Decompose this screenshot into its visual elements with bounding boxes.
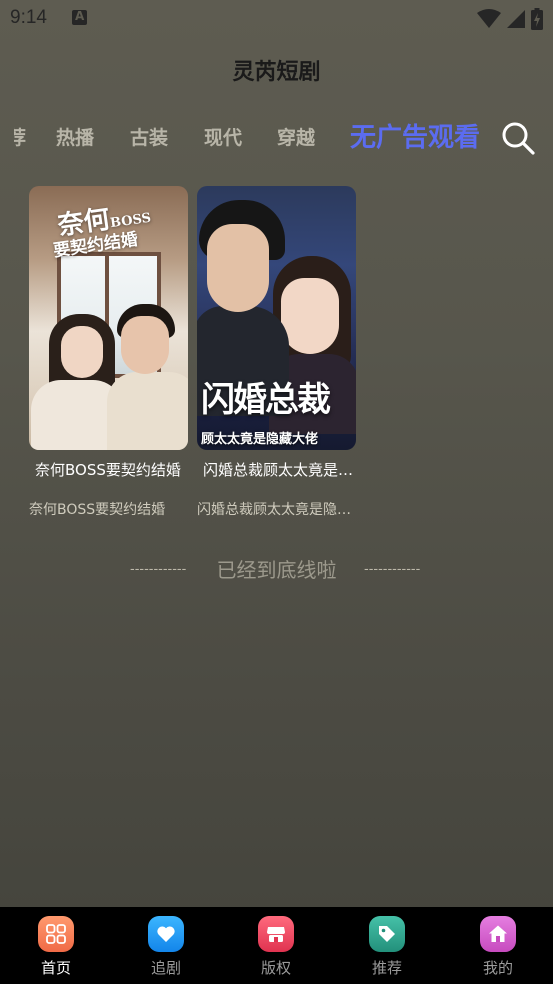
end-of-list: ------------ 已经到底线啦 ------------ bbox=[0, 556, 553, 584]
tab-modern[interactable]: 现代 bbox=[204, 116, 242, 160]
cover-title: 闪婚总裁 bbox=[201, 380, 331, 420]
search-button[interactable] bbox=[500, 120, 536, 156]
drama-card[interactable]: 闪婚总裁 顾太太竟是隐藏大佬 闪婚总裁顾太太竟是隐藏大佬 闪婚总裁顾太太竟是隐藏… bbox=[197, 186, 357, 518]
category-tabs: 推荐 热播 古装 现代 穿越 无广告观看 bbox=[0, 116, 553, 160]
battery-charging-icon bbox=[531, 8, 543, 30]
drama-cover[interactable]: 闪婚总裁 顾太太竟是隐藏大佬 bbox=[197, 186, 356, 450]
status-bar: 9:14 bbox=[0, 0, 553, 38]
font-a-icon bbox=[72, 9, 87, 25]
wifi-icon bbox=[477, 9, 501, 28]
tab-time-travel[interactable]: 穿越 bbox=[277, 116, 315, 160]
nav-profile[interactable]: 我的 bbox=[458, 915, 538, 981]
drama-description: 闪婚总裁顾太太竟是隐藏大佬 bbox=[197, 502, 352, 518]
nav-home[interactable]: 首页 bbox=[16, 915, 96, 981]
tab-partial[interactable]: 推荐 bbox=[14, 116, 26, 160]
status-icons bbox=[477, 8, 543, 30]
cover-subtitle: 顾太太竟是隐藏大佬 bbox=[201, 432, 319, 447]
nav-label: 追剧 bbox=[150, 959, 181, 977]
nav-recommend[interactable]: 推荐 bbox=[347, 915, 427, 981]
drama-title[interactable]: 奈何BOSS要契约结婚 bbox=[35, 459, 187, 480]
drama-card[interactable]: 奈何BOSS 要契约结婚 奈何BOSS要契约结婚 奈何BOSS要契约结婚 bbox=[29, 186, 189, 518]
grid-icon bbox=[38, 916, 74, 952]
tab-costume[interactable]: 古装 bbox=[130, 116, 168, 160]
end-of-list-text: 已经到底线啦 bbox=[216, 558, 337, 582]
nav-label: 我的 bbox=[482, 959, 513, 977]
nav-label: 推荐 bbox=[371, 959, 402, 977]
app-title: 灵芮短剧 bbox=[232, 60, 321, 85]
drama-title[interactable]: 闪婚总裁顾太太竟是隐藏大佬 bbox=[203, 459, 355, 480]
status-time: 9:14 bbox=[10, 7, 47, 28]
drama-description: 奈何BOSS要契约结婚 bbox=[29, 502, 166, 518]
nav-following[interactable]: 追剧 bbox=[126, 915, 206, 981]
divider-right: ------------ bbox=[364, 562, 421, 577]
signal-icon bbox=[507, 10, 525, 28]
search-icon bbox=[502, 122, 535, 155]
heart-icon bbox=[148, 916, 184, 952]
nav-label: 首页 bbox=[40, 959, 71, 977]
nav-label: 版权 bbox=[260, 959, 291, 977]
bottom-nav: 首页 追剧 版权 推荐 我的 bbox=[0, 907, 553, 984]
tab-hot[interactable]: 热播 bbox=[56, 116, 94, 160]
tab-ad-free[interactable]: 无广告观看 bbox=[350, 116, 480, 160]
tag-icon bbox=[369, 916, 405, 952]
nav-copyright[interactable]: 版权 bbox=[236, 915, 316, 981]
cover-title: 奈何BOSS 要契约结婚 bbox=[52, 204, 152, 261]
drama-cover[interactable]: 奈何BOSS 要契约结婚 bbox=[29, 186, 188, 450]
home-icon bbox=[480, 916, 516, 952]
shop-icon bbox=[258, 916, 294, 952]
